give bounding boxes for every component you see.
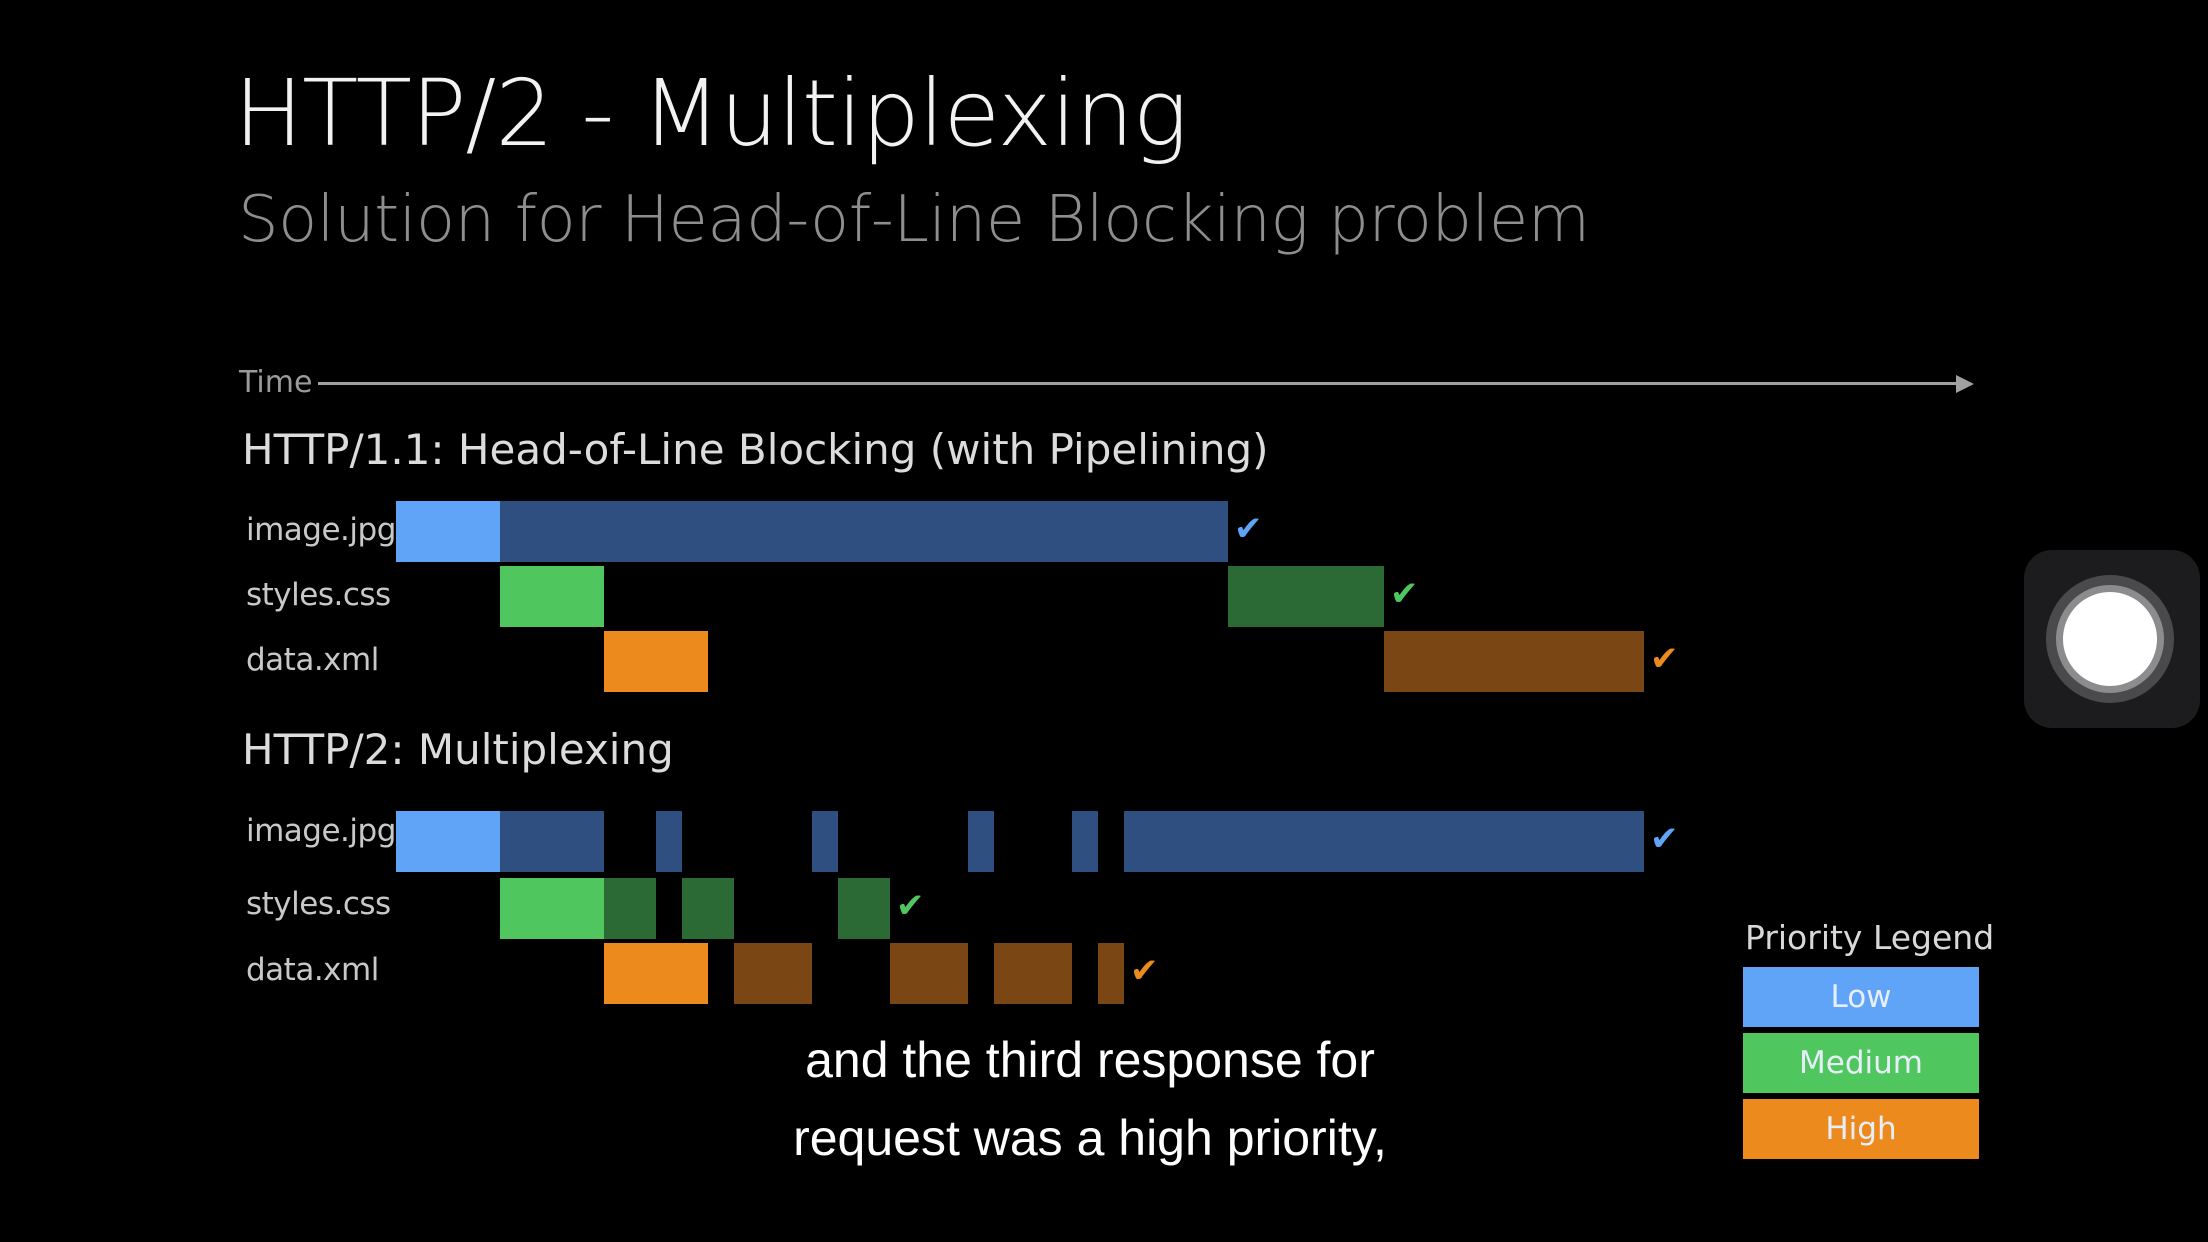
timeline-segment-low-light bbox=[396, 811, 500, 872]
timeline-segment-high-dark bbox=[890, 943, 968, 1004]
timeline-segment-medium-dark bbox=[604, 878, 656, 939]
http2-section-title: HTTP/2: Multiplexing bbox=[242, 725, 674, 774]
timeline-segment-medium-light bbox=[500, 878, 604, 939]
completed-check-icon: ✔ bbox=[1390, 574, 1419, 614]
slide-subtitle: Solution for Head-of-Line Blocking probl… bbox=[238, 183, 1590, 257]
timeline-segment-low-light bbox=[396, 501, 500, 562]
legend-item-low: Low bbox=[1743, 967, 1979, 1027]
completed-check-icon: ✔ bbox=[1650, 819, 1679, 859]
timeline-segment-low-dark bbox=[812, 811, 838, 872]
subtitle-caption-line-2: request was a high priority, bbox=[793, 1110, 1387, 1166]
http11-row-label-image: image.jpg bbox=[246, 512, 396, 548]
completed-check-icon: ✔ bbox=[1234, 509, 1263, 549]
timeline-segment-high-dark bbox=[1384, 631, 1644, 692]
timeline-segment-high-dark bbox=[994, 943, 1072, 1004]
http2-row-label-styles: styles.css bbox=[246, 886, 391, 922]
slide-title: HTTP/2 - Multiplexing bbox=[234, 60, 1188, 167]
timeline-segment-high-light bbox=[604, 943, 708, 1004]
time-axis-arrow-icon bbox=[1956, 375, 1974, 393]
timeline-segment-low-dark bbox=[968, 811, 994, 872]
time-axis-line bbox=[318, 382, 1968, 385]
assistive-touch-icon-dot[interactable] bbox=[2063, 592, 2157, 686]
priority-legend-title: Priority Legend bbox=[1745, 918, 1995, 957]
timeline-segment-low-dark bbox=[1124, 811, 1644, 872]
completed-check-icon: ✔ bbox=[1130, 951, 1159, 991]
time-axis-label: Time bbox=[239, 365, 313, 400]
timeline-segment-medium-dark bbox=[682, 878, 734, 939]
http11-row-label-styles: styles.css bbox=[246, 577, 391, 613]
timeline-segment-low-dark bbox=[1072, 811, 1098, 872]
completed-check-icon: ✔ bbox=[1650, 639, 1679, 679]
http2-row-label-image: image.jpg bbox=[246, 813, 396, 849]
timeline-segment-medium-light bbox=[500, 566, 604, 627]
timeline-segment-medium-dark bbox=[1228, 566, 1384, 627]
timeline-segment-high-dark bbox=[734, 943, 812, 1004]
timeline-segment-low-dark bbox=[656, 811, 682, 872]
timeline-segment-low-dark bbox=[500, 501, 1228, 562]
timeline-segment-high-light bbox=[604, 631, 708, 692]
http2-row-label-data: data.xml bbox=[246, 952, 379, 988]
timeline-segment-high-dark bbox=[1098, 943, 1124, 1004]
completed-check-icon: ✔ bbox=[896, 886, 925, 926]
http11-section-title: HTTP/1.1: Head-of-Line Blocking (with Pi… bbox=[242, 425, 1269, 474]
subtitle-caption-line-1: and the third response for bbox=[805, 1032, 1375, 1088]
timeline-segment-low-dark bbox=[500, 811, 604, 872]
http11-row-label-data: data.xml bbox=[246, 642, 379, 678]
timeline-segment-medium-dark bbox=[838, 878, 890, 939]
